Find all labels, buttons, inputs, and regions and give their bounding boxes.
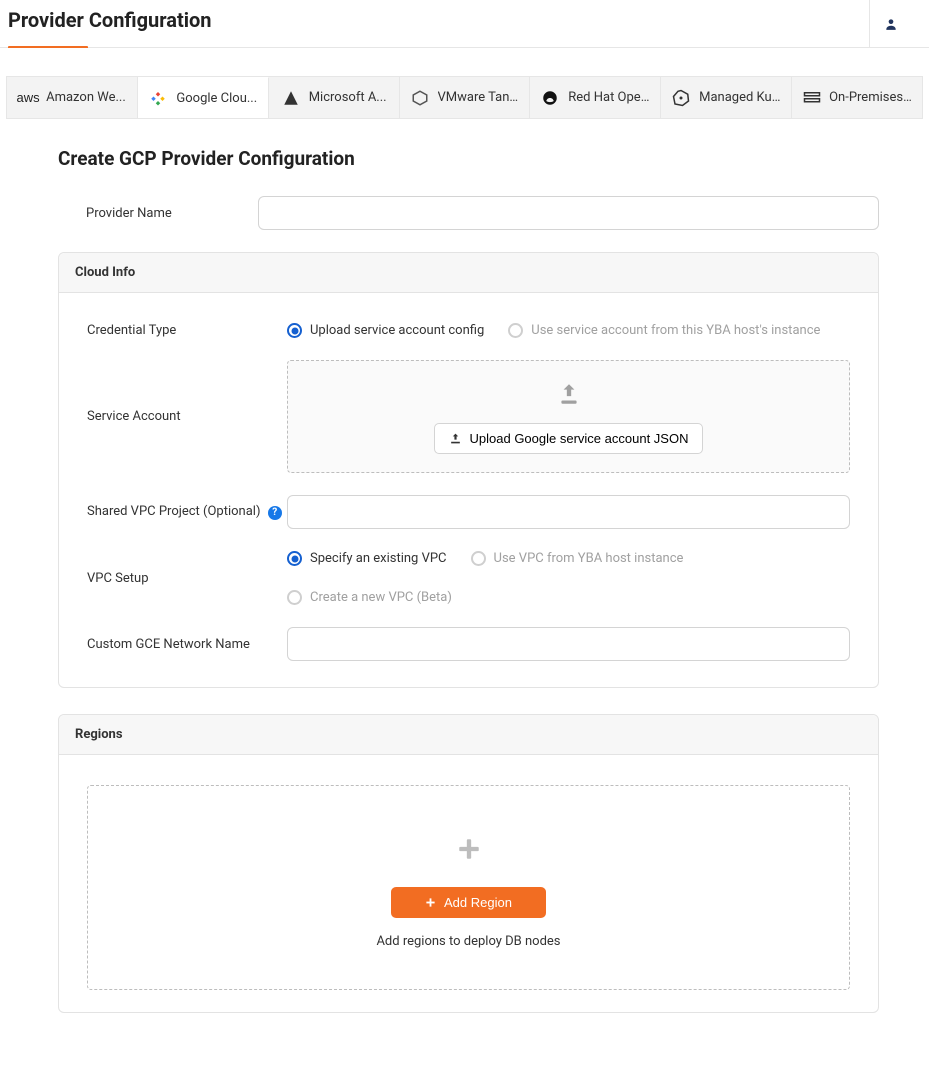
title-underline <box>8 46 88 48</box>
radio-icon <box>508 323 523 338</box>
upload-button-label: Upload Google service account JSON <box>470 431 689 446</box>
service-account-row: Service Account Upload Google service ac… <box>87 360 850 473</box>
radio-label: Use service account from this YBA host's… <box>531 323 820 338</box>
tab-kubernetes[interactable]: Managed Ku... <box>661 77 792 118</box>
shared-vpc-input[interactable] <box>287 495 850 529</box>
tab-gcp[interactable]: Google Clou... <box>138 77 269 118</box>
tab-label: Red Hat Ope... <box>568 90 650 105</box>
add-region-label: Add Region <box>444 895 512 910</box>
regions-header: Regions <box>59 715 878 755</box>
info-icon[interactable]: ? <box>268 506 282 520</box>
regions-panel: Regions Add Region Add regions to deploy… <box>58 714 879 1013</box>
page-title: Provider Configuration <box>8 0 212 32</box>
radio-label: Create a new VPC (Beta) <box>310 590 452 605</box>
radio-icon <box>287 323 302 338</box>
vpc-option-host[interactable]: Use VPC from YBA host instance <box>471 551 684 566</box>
upload-icon <box>555 381 583 407</box>
add-region-hint: Add regions to deploy DB nodes <box>98 934 839 949</box>
credential-option-host[interactable]: Use service account from this YBA host's… <box>508 323 820 338</box>
aws-icon: aws <box>18 88 38 108</box>
vpc-setup-row: VPC Setup Specify an existing VPC Use VP… <box>87 551 850 605</box>
upload-json-button[interactable]: Upload Google service account JSON <box>434 423 704 454</box>
vpc-setup-label: VPC Setup <box>87 571 287 586</box>
redhat-icon <box>540 88 560 108</box>
upload-dropzone[interactable]: Upload Google service account JSON <box>287 360 850 473</box>
radio-label: Specify an existing VPC <box>310 551 447 566</box>
gce-network-input[interactable] <box>287 627 850 661</box>
gce-network-label: Custom GCE Network Name <box>87 637 287 652</box>
kubernetes-icon <box>671 88 691 108</box>
tab-label: Amazon We... <box>46 90 126 105</box>
vpc-option-existing[interactable]: Specify an existing VPC <box>287 551 447 566</box>
radio-label: Use VPC from YBA host instance <box>494 551 684 566</box>
provider-tabs: aws Amazon We... Google Clou... Microsof… <box>6 76 923 119</box>
tab-redhat[interactable]: Red Hat Ope... <box>530 77 661 118</box>
provider-name-label: Provider Name <box>58 206 258 221</box>
radio-icon <box>287 551 302 566</box>
credential-type-row: Credential Type Upload service account c… <box>87 323 850 338</box>
tab-label: Managed Ku... <box>699 90 781 105</box>
plus-icon <box>98 836 839 869</box>
shared-vpc-label-text: Shared VPC Project (Optional) <box>87 504 261 519</box>
user-icon <box>884 17 898 31</box>
upload-small-icon <box>449 432 462 445</box>
form-content: Create GCP Provider Configuration Provid… <box>0 119 929 1079</box>
tab-azure[interactable]: Microsoft A... <box>269 77 400 118</box>
radio-icon <box>287 590 302 605</box>
add-region-button[interactable]: Add Region <box>391 887 546 918</box>
tab-vmware[interactable]: VMware Tan... <box>400 77 531 118</box>
radio-label: Upload service account config <box>310 323 484 338</box>
shared-vpc-row: Shared VPC Project (Optional) ? <box>87 495 850 529</box>
gce-network-row: Custom GCE Network Name <box>87 627 850 661</box>
service-account-label: Service Account <box>87 409 287 424</box>
provider-name-row: Provider Name <box>58 196 879 230</box>
tab-onprem[interactable]: On-Premises ... <box>792 77 922 118</box>
cloud-info-panel: Cloud Info Credential Type Upload servic… <box>58 252 879 688</box>
provider-name-input[interactable] <box>258 196 879 230</box>
tab-label: Google Clou... <box>176 91 257 106</box>
onprem-icon <box>802 88 821 108</box>
form-title: Create GCP Provider Configuration <box>58 147 879 170</box>
tab-label: On-Premises ... <box>829 90 912 105</box>
user-menu[interactable] <box>869 0 911 48</box>
page-title-wrap: Provider Configuration <box>8 0 212 48</box>
credential-type-label: Credential Type <box>87 323 287 338</box>
credential-option-upload[interactable]: Upload service account config <box>287 323 484 338</box>
regions-empty-area: Add Region Add regions to deploy DB node… <box>87 785 850 990</box>
azure-icon <box>281 88 301 108</box>
gcp-icon <box>148 88 168 108</box>
tab-aws[interactable]: aws Amazon We... <box>7 77 138 118</box>
tab-label: VMware Tan... <box>438 90 520 105</box>
shared-vpc-label: Shared VPC Project (Optional) ? <box>87 504 287 520</box>
page-header: Provider Configuration <box>0 0 929 48</box>
tab-label: Microsoft A... <box>309 90 387 105</box>
vpc-option-create[interactable]: Create a new VPC (Beta) <box>287 590 452 605</box>
vmware-icon <box>410 88 430 108</box>
plus-small-icon <box>425 897 436 908</box>
cloud-info-header: Cloud Info <box>59 253 878 293</box>
radio-icon <box>471 551 486 566</box>
